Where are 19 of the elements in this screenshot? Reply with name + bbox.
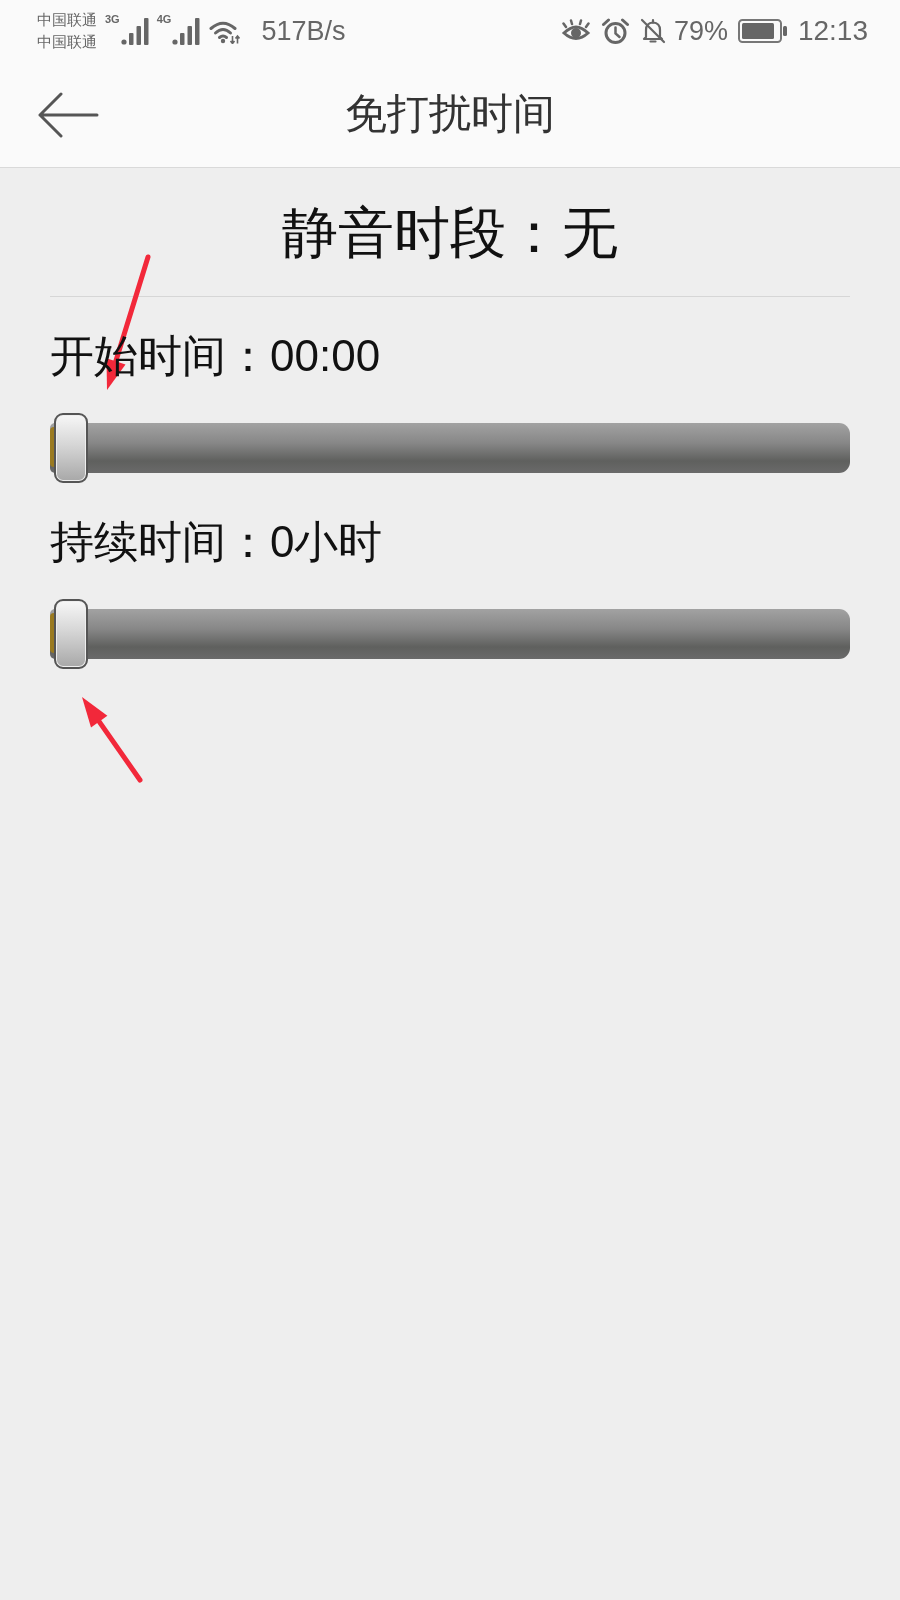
- network-speed: 517B/s: [261, 17, 346, 45]
- carrier-name: 中国联通: [37, 10, 97, 30]
- bell-off-icon: [639, 18, 666, 44]
- eye-icon: [560, 19, 591, 43]
- signal-icon: [120, 17, 149, 45]
- battery-percent: 79%: [673, 17, 728, 45]
- back-arrow-icon[interactable]: [37, 91, 99, 138]
- network-type-label: 3G: [105, 13, 120, 25]
- quiet-period-summary: 静音时段：无: [281, 200, 619, 266]
- slider-thumb[interactable]: [54, 599, 88, 669]
- battery-icon: [737, 19, 788, 43]
- network-type-label: 4G: [156, 13, 172, 25]
- page-title: 免打扰时间: [345, 89, 555, 140]
- signal-icon: [172, 17, 201, 45]
- carrier-name: 中国联通: [37, 32, 97, 52]
- slider-thumb[interactable]: [54, 413, 88, 483]
- alarm-icon: [600, 18, 630, 44]
- setting-label: 持续时间：0小时: [50, 516, 384, 568]
- clock-time: 12:13: [797, 17, 868, 45]
